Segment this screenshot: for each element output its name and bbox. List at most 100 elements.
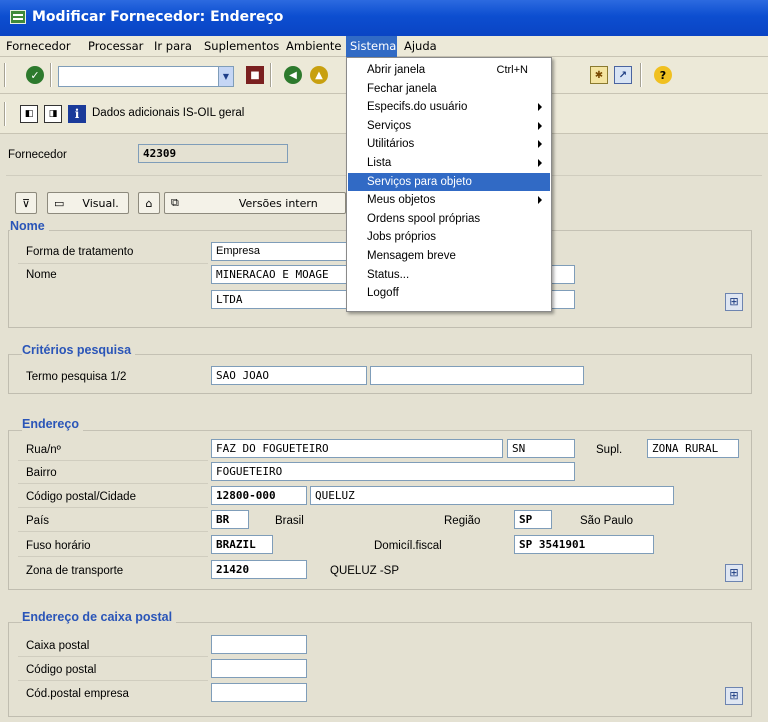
zona-field[interactable]: 21420 [211,560,307,579]
numero-field[interactable]: SN [507,439,575,458]
versions-icon: ⧉ [171,196,179,209]
menu-item-utilitarios[interactable]: Utilitários [348,135,550,154]
pais-field[interactable]: BR [211,510,249,529]
vendor-number-field: 42309 [138,144,288,163]
divider [18,483,208,484]
domicilio-field[interactable]: SP 3541901 [514,535,654,554]
menu-item-label: Utilitários [367,138,415,151]
menu-item-status[interactable]: Status... [348,266,550,285]
menu-item-abrir-janela[interactable]: Abrir janela Ctrl+N [348,61,550,80]
termo-pesquisa-label: Termo pesquisa 1/2 [26,371,127,383]
section-title-endereco: Endereço [22,417,83,431]
menu-ambiente[interactable]: Ambiente [286,39,342,53]
menu-item-lista[interactable]: Lista [348,154,550,173]
visual-button[interactable]: ▭ Visual. [47,192,129,214]
submenu-arrow-icon [538,140,542,149]
divider [18,460,208,461]
previous-screen-icon[interactable]: ◧ [20,105,38,123]
visual-button-label: Visual. [82,196,119,210]
title-bar: Modificar Fornecedor: Endereço [0,0,768,36]
versions-button[interactable]: ⧉ Versões intern [164,192,346,214]
more-fields-icon[interactable]: ⊞ [725,564,743,582]
menu-item-servicos[interactable]: Serviços [348,117,550,136]
regiao-label: Região [444,515,481,527]
section-caixa-postal [8,622,752,717]
versions-button-label: Versões intern [238,196,318,210]
cidade-field[interactable]: QUELUZ [310,486,674,505]
submenu-arrow-icon [538,196,542,205]
regiao-name: São Paulo [580,515,634,527]
menu-processar[interactable]: Processar [88,39,143,53]
sistema-dropdown-menu: Abrir janela Ctrl+N Fechar janela Especi… [346,57,552,312]
regiao-field[interactable]: SP [514,510,552,529]
toolbar-separator [4,102,6,126]
supl-field[interactable]: ZONA RURAL [647,439,739,458]
menu-item-mensagem-breve[interactable]: Mensagem breve [348,247,550,266]
supl-label: Supl. [596,444,623,456]
menu-item-especifs-usuario[interactable]: Especifs.do usuário [348,98,550,117]
menu-ir-para[interactable]: Ir para [154,39,192,53]
command-field[interactable] [58,66,234,87]
menu-item-fechar-janela[interactable]: Fechar janela [348,80,550,99]
submenu-arrow-icon [538,103,542,112]
vendor-label: Fornecedor [8,149,67,161]
enter-icon[interactable]: ✓ [26,66,44,84]
termo-pesquisa-field-2[interactable] [370,366,584,385]
menu-bar: Fornecedor Processar Ir para Suplementos… [0,36,768,57]
menu-item-jobs-proprios[interactable]: Jobs próprios [348,228,550,247]
menu-item-label: Serviços para objeto [367,175,472,188]
divider [18,656,208,657]
menu-fornecedor[interactable]: Fornecedor [6,39,71,53]
menu-ajuda[interactable]: Ajuda [404,39,437,53]
menu-item-servicos-para-objeto[interactable]: Serviços para objeto [348,172,550,192]
section-title-nome: Nome [10,219,49,233]
section-title-criterios: Critérios pesquisa [22,343,136,357]
menu-item-label: Mensagem breve [367,250,456,262]
section-title-caixa-postal: Endereço de caixa postal [22,610,177,624]
menu-item-label: Serviços [367,119,412,132]
window-title: Modificar Fornecedor: Endereço [32,9,284,25]
menu-item-meus-objetos[interactable]: Meus objetos [348,191,550,210]
cep-field[interactable]: 12800-000 [211,486,307,505]
menu-sistema[interactable]: Sistema [350,39,396,53]
codigo-postal-field[interactable] [211,659,307,678]
help-icon[interactable]: ? [654,66,672,84]
additional-data-link[interactable]: Dados adicionais IS-OIL geral [92,107,244,119]
termo-pesquisa-field-1[interactable]: SAO JOAO [211,366,367,385]
command-dropdown-icon[interactable]: ▼ [218,67,233,86]
more-fields-icon[interactable]: ⊞ [725,293,743,311]
back-icon[interactable]: ◀ [284,66,302,84]
divider [18,263,208,264]
fuso-field[interactable]: BRAZIL [211,535,273,554]
rua-field[interactable]: FAZ DO FOGUETEIRO [211,439,503,458]
menu-item-ordens-spool[interactable]: Ordens spool próprias [348,210,550,229]
menu-suplementos[interactable]: Suplementos [204,39,279,53]
bairro-field[interactable]: FOGUETEIRO [211,462,575,481]
caixa-postal-label: Caixa postal [26,640,90,652]
collapse-icon[interactable]: ⊽ [15,192,37,214]
divider [18,531,208,532]
domicilio-label: Domicíl.fiscal [374,540,442,552]
info-icon[interactable]: i [68,105,86,123]
exit-icon[interactable]: ▲ [310,66,328,84]
forma-tratamento-label: Forma de tratamento [26,246,134,258]
menu-item-label: Status... [367,268,410,281]
menu-item-label: Ordens spool próprias [367,212,481,225]
caixa-postal-field[interactable] [211,635,307,654]
submenu-arrow-icon [538,121,542,130]
address-check-icon[interactable]: ⌂ [138,192,160,214]
zona-label: Zona de transporte [26,565,124,577]
divider [18,507,208,508]
more-fields-icon[interactable]: ⊞ [725,687,743,705]
next-screen-icon[interactable]: ◨ [44,105,62,123]
codigo-postal-label: Código postal [26,664,97,676]
fuso-label: Fuso horário [26,540,91,552]
menu-item-logoff[interactable]: Logoff [348,284,550,303]
codigo-postal-empresa-field[interactable] [211,683,307,702]
create-session-icon[interactable]: ✱ [590,66,608,84]
menu-item-label: Especifs.do usuário [367,101,468,114]
forma-tratamento-field[interactable]: Empresa [211,242,361,261]
zona-name: QUELUZ -SP [330,565,400,577]
save-icon[interactable]: ■ [246,66,264,84]
shortcut-icon[interactable]: ↗ [614,66,632,84]
